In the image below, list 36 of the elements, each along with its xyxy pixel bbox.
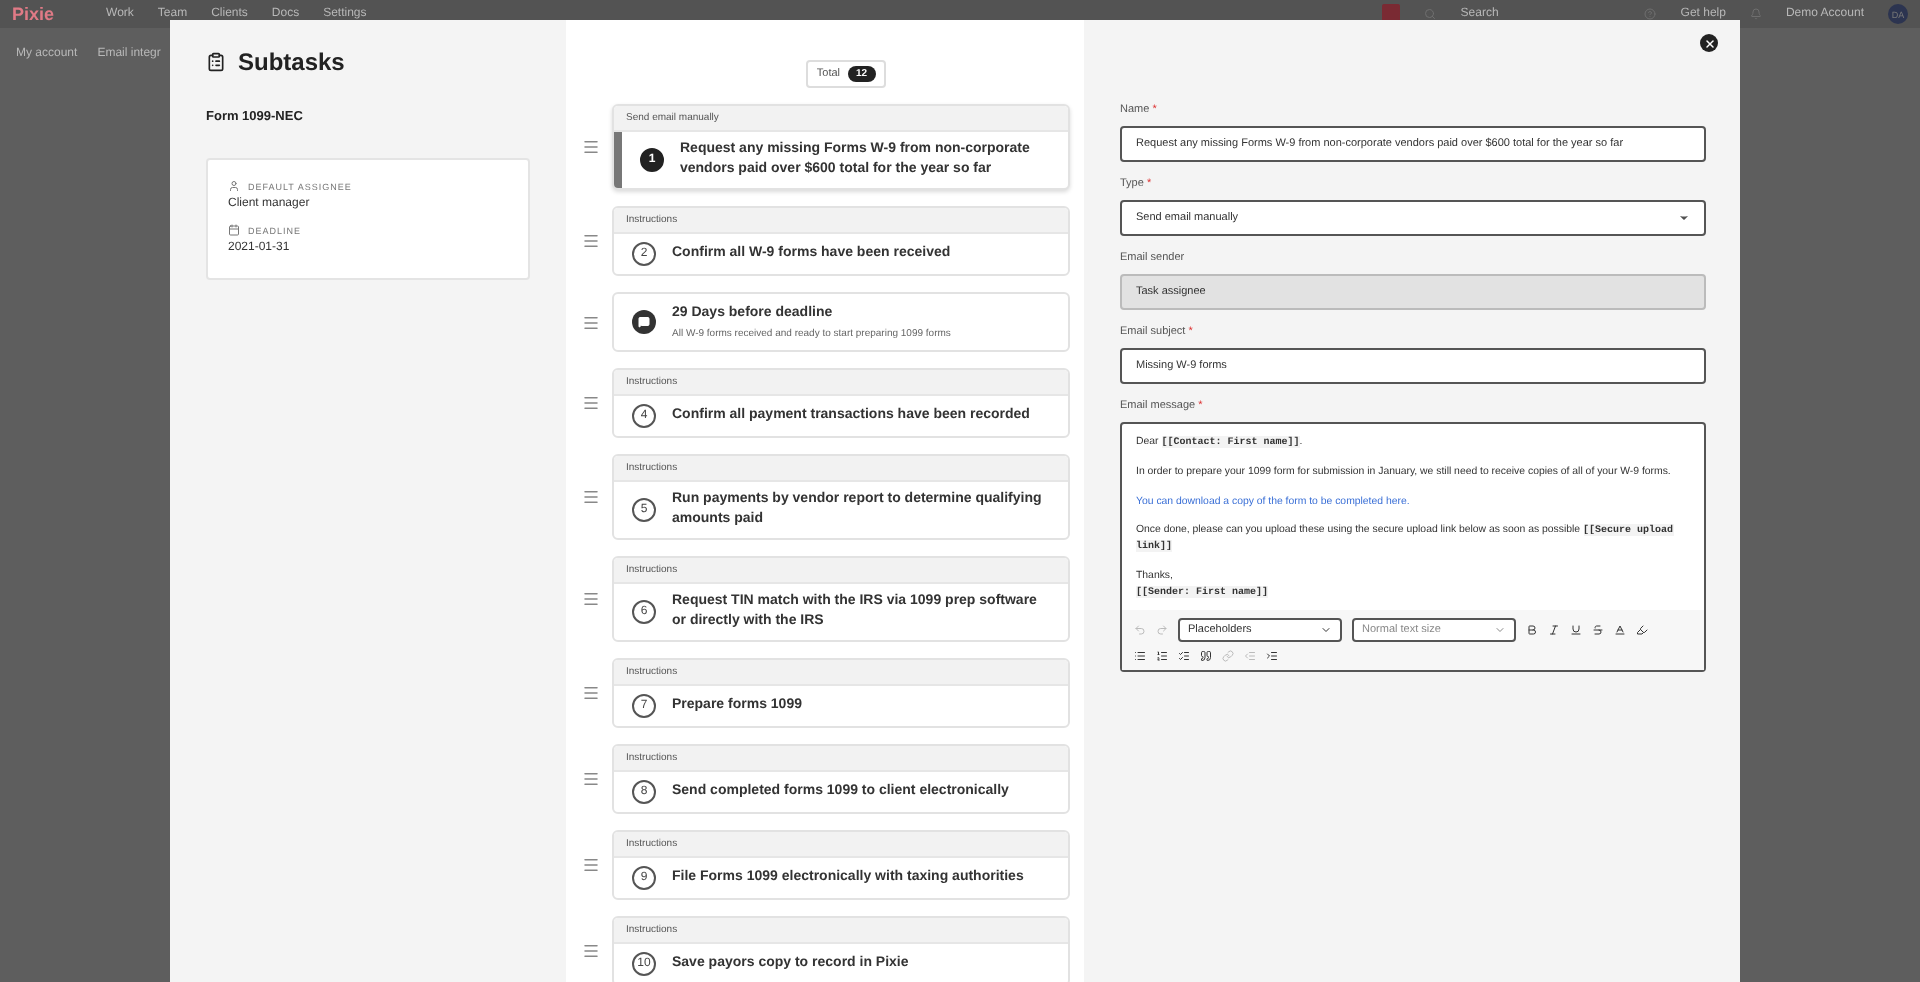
drag-handle-icon[interactable] (582, 684, 600, 702)
clipboard-icon (206, 52, 226, 72)
chevron-down-icon (1494, 623, 1506, 636)
calendar-icon (228, 224, 240, 236)
indent-icon[interactable] (1266, 649, 1278, 662)
drag-handle-icon[interactable] (582, 313, 600, 331)
undo-icon[interactable] (1134, 623, 1146, 636)
dialog-title: Subtasks (238, 48, 345, 76)
close-button[interactable] (1700, 34, 1718, 52)
drag-handle-icon[interactable] (582, 770, 600, 788)
highlight-icon[interactable] (1636, 623, 1648, 636)
chevron-down-icon (1678, 212, 1690, 224)
drag-handle-icon[interactable] (582, 394, 600, 412)
bold-icon[interactable] (1526, 623, 1538, 636)
search-icon (1424, 8, 1437, 20)
text-color-icon[interactable] (1614, 623, 1626, 636)
underline-icon[interactable] (1570, 623, 1582, 636)
person-icon (228, 180, 240, 192)
message-editor[interactable] (1120, 422, 1706, 672)
drag-handle-icon[interactable] (582, 590, 600, 608)
strikethrough-icon[interactable] (1592, 623, 1604, 636)
numbered-list-icon[interactable] (1156, 649, 1168, 662)
drag-handle-icon[interactable] (582, 232, 600, 250)
drag-handle-icon[interactable] (582, 856, 600, 874)
quote-icon[interactable] (1200, 649, 1212, 662)
bullet-list-icon[interactable] (1134, 649, 1146, 662)
drag-handle-icon[interactable] (582, 942, 600, 960)
redo-icon[interactable] (1156, 623, 1168, 636)
drag-handle-icon[interactable] (582, 138, 600, 156)
chevron-down-icon (1320, 623, 1332, 636)
speech-bubble-icon (632, 310, 656, 334)
outdent-icon[interactable] (1244, 649, 1256, 662)
help-icon (1644, 8, 1657, 20)
drag-handle-icon[interactable] (582, 488, 600, 506)
italic-icon[interactable] (1548, 623, 1560, 636)
checklist-icon[interactable] (1178, 649, 1190, 662)
